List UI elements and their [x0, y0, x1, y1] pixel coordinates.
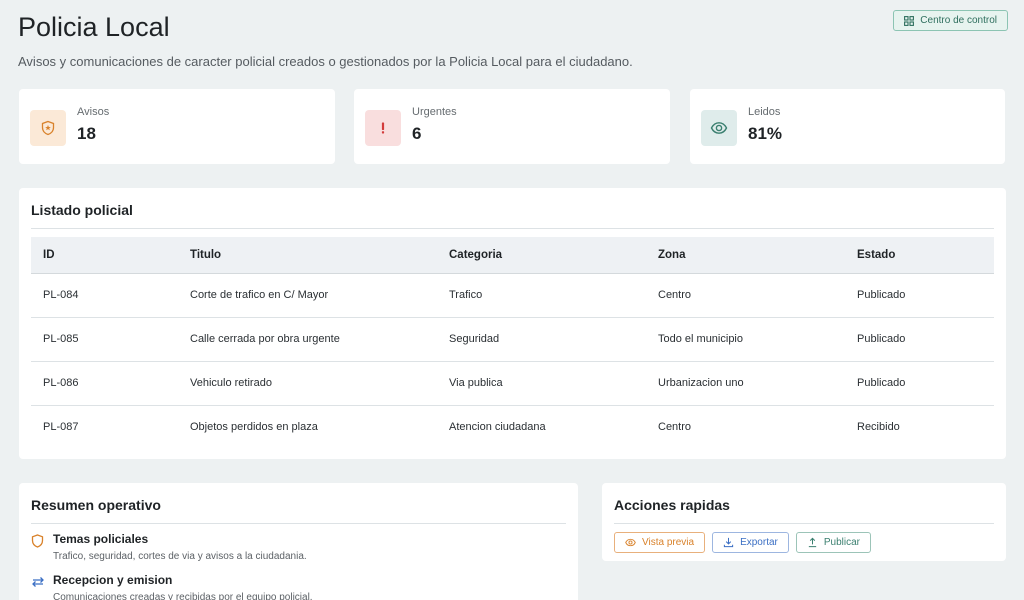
- cell-titulo: Vehiculo retirado: [178, 361, 437, 406]
- cell-estado: Publicado: [845, 273, 994, 318]
- shield-icon: [31, 534, 44, 548]
- eye-icon: [701, 109, 737, 146]
- column-header-estado[interactable]: Estado: [845, 237, 994, 274]
- stat-card-avisos: Avisos 18: [19, 89, 335, 164]
- cell-categoria: Seguridad: [437, 317, 646, 362]
- table-row[interactable]: PL-085 Calle cerrada por obra urgente Se…: [31, 317, 994, 362]
- table-row[interactable]: PL-086 Vehiculo retirado Via publica Urb…: [31, 361, 994, 406]
- cell-id: PL-087: [43, 421, 79, 434]
- cell-zona: Todo el municipio: [646, 317, 845, 362]
- acciones-title: Acciones rapidas: [614, 483, 994, 524]
- download-icon: [723, 537, 734, 548]
- cell-categoria: Trafico: [437, 273, 646, 318]
- export-label: Exportar: [740, 537, 778, 548]
- cell-categoria: Via publica: [437, 361, 646, 406]
- page-title: Policia Local: [18, 12, 170, 42]
- cell-id: PL-085: [31, 317, 178, 362]
- arrows-exchange-icon: [32, 577, 44, 587]
- cell-titulo: Objetos perdidos en plaza: [190, 421, 318, 434]
- table-row[interactable]: PL-087 Objetos perdidos en plaza Atencio…: [31, 405, 994, 449]
- cell-titulo: Corte de trafico en C/ Mayor: [178, 273, 437, 318]
- control-center-button[interactable]: Centro de control: [893, 10, 1008, 31]
- summary-item-title: Recepcion y emision: [53, 573, 173, 587]
- cell-zona: Centro: [658, 421, 692, 434]
- acciones-panel: Acciones rapidas Vista previa Exportar P…: [602, 483, 1006, 561]
- stat-label: Avisos: [77, 105, 110, 118]
- cell-estado: Publicado: [845, 317, 994, 362]
- stat-label: Urgentes: [412, 105, 457, 118]
- upload-icon: [808, 537, 817, 548]
- publish-label: Publicar: [823, 537, 861, 548]
- summary-item-desc: Comunicaciones creadas y recibidas por e…: [53, 592, 313, 600]
- export-button[interactable]: Exportar: [712, 532, 789, 553]
- grid-icon: [904, 15, 915, 26]
- exclamation-icon: [365, 109, 401, 146]
- table-header-row: ID Titulo Categoria Zona Estado: [31, 237, 994, 274]
- summary-item-temas: Temas policiales Trafico, seguridad, cor…: [19, 532, 578, 562]
- column-header-titulo[interactable]: Titulo: [178, 237, 437, 274]
- column-header-zona[interactable]: Zona: [646, 237, 845, 274]
- stat-value: 18: [77, 123, 96, 143]
- stat-value: 81%: [748, 123, 783, 143]
- listado-panel: Listado policial ID Titulo Categoria Zon…: [19, 188, 1006, 459]
- cell-zona: Urbanizacion uno: [646, 361, 845, 406]
- listado-table: ID Titulo Categoria Zona Estado PL-084 C…: [31, 237, 994, 449]
- page-subtitle: Avisos y comunicaciones de caracter poli…: [18, 54, 633, 69]
- summary-item-title: Temas policiales: [53, 532, 149, 546]
- shield-star-icon: [30, 109, 66, 146]
- stat-card-leidos: Leidos 81%: [690, 89, 1005, 164]
- table-row[interactable]: PL-084 Corte de trafico en C/ Mayor Traf…: [31, 273, 994, 318]
- summary-item-desc: Trafico, seguridad, cortes de via y avis…: [53, 551, 307, 562]
- stat-value: 6: [412, 123, 422, 143]
- cell-id: PL-086: [31, 361, 178, 406]
- cell-titulo: Calle cerrada por obra urgente: [178, 317, 437, 362]
- listado-title: Listado policial: [31, 188, 994, 229]
- cell-zona: Centro: [646, 273, 845, 318]
- cell-id: PL-084: [31, 273, 178, 318]
- control-center-label: Centro de control: [920, 15, 997, 26]
- summary-item-recepcion: Recepcion y emision Comunicaciones cread…: [19, 573, 578, 600]
- cell-estado: Recibido: [857, 421, 900, 434]
- column-header-categoria[interactable]: Categoria: [437, 237, 646, 274]
- resumen-title: Resumen operativo: [31, 483, 566, 524]
- publish-button[interactable]: Publicar: [795, 532, 872, 553]
- preview-label: Vista previa: [642, 537, 695, 548]
- eye-icon: [625, 538, 636, 547]
- column-header-id[interactable]: ID: [31, 237, 178, 274]
- preview-button[interactable]: Vista previa: [614, 532, 706, 553]
- cell-categoria: Atencion ciudadana: [449, 421, 546, 434]
- stat-label: Leidos: [748, 105, 781, 118]
- stat-card-urgentes: Urgentes 6: [354, 89, 670, 164]
- resumen-panel: Resumen operativo Temas policiales Trafi…: [19, 483, 578, 600]
- cell-estado: Publicado: [845, 361, 994, 406]
